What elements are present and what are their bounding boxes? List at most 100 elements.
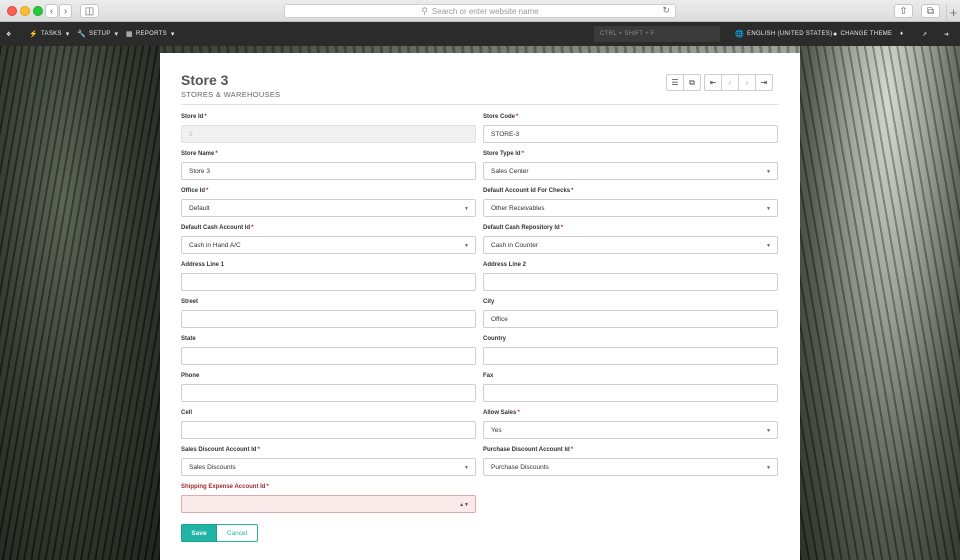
grid-icon: ▦ — [126, 31, 133, 38]
default-cash-account-value: Cash in Hand A/C — [189, 241, 241, 249]
default-cash-account-select[interactable]: Cash in Hand A/C ▼ — [181, 236, 476, 254]
sign-out-icon[interactable]: ➜ — [944, 22, 949, 46]
new-tab-icon[interactable]: + — [946, 4, 960, 22]
address-line-1-field: Address Line 1 — [181, 262, 476, 291]
cell-field: Cell — [181, 410, 476, 439]
store-type-label: Store Type Id — [483, 151, 521, 157]
required-marker: * — [206, 188, 209, 194]
street-label: Street — [181, 299, 199, 305]
phone-field: Phone — [181, 373, 476, 402]
city-field: City Office — [483, 299, 778, 328]
search-shortcut-box[interactable]: CTRL + SHIFT + F — [594, 26, 720, 42]
fax-field: Fax — [483, 373, 778, 402]
shipping-expense-account-field: Shipping Expense Account Id* ▲▼ — [181, 484, 476, 513]
state-field: State — [181, 336, 476, 365]
close-window-icon[interactable] — [7, 6, 17, 16]
page-title: Store 3 — [181, 72, 229, 88]
sort-arrows-icon: ▲▼ — [459, 502, 469, 508]
purchase-discount-account-select[interactable]: Purchase Discounts ▼ — [483, 458, 778, 476]
cancel-button[interactable]: Cancel — [217, 524, 258, 542]
nav-setup[interactable]: 🔧 SETUP ▾ — [77, 22, 118, 46]
chevron-down-icon: ▼ — [766, 243, 771, 249]
state-label: State — [181, 336, 196, 342]
allow-sales-field: Allow Sales* Yes ▼ — [483, 410, 778, 439]
caret-down-icon: ▾ — [170, 31, 175, 38]
sales-discount-account-value: Sales Discounts — [189, 463, 236, 471]
phone-label: Phone — [181, 373, 200, 379]
store-id-label: Store Id — [181, 114, 204, 120]
nav-reports[interactable]: ▦ REPORTS ▾ — [126, 22, 175, 46]
store-type-field: Store Type Id* Sales Center ▼ — [483, 151, 778, 180]
address-line-2-label: Address Line 2 — [483, 262, 527, 268]
back-icon[interactable]: ‹ — [45, 4, 58, 18]
store-code-input[interactable]: STORE-3 — [483, 125, 778, 143]
store-type-select[interactable]: Sales Center ▼ — [483, 162, 778, 180]
sidebar-icon[interactable]: ◫ — [80, 4, 99, 18]
store-name-value: Store 3 — [189, 167, 210, 175]
country-input[interactable] — [483, 347, 778, 365]
store-name-label: Store Name — [181, 151, 215, 157]
nav-tasks[interactable]: ⚡ TASKS ▾ — [29, 22, 70, 46]
address-line-2-input[interactable] — [483, 273, 778, 291]
language-label: ENGLISH (UNITED STATES) — [747, 31, 833, 37]
default-cash-repository-select[interactable]: Cash in Counter ▼ — [483, 236, 778, 254]
allow-sales-label: Allow Sales — [483, 410, 517, 416]
required-marker: * — [571, 188, 574, 194]
sales-discount-account-label: Sales Discount Account Id — [181, 447, 257, 453]
chevron-down-icon: ▼ — [766, 169, 771, 175]
cell-input[interactable] — [181, 421, 476, 439]
street-input[interactable] — [181, 310, 476, 328]
external-link-icon[interactable]: ↗ — [922, 22, 927, 46]
wrench-icon: 🔧 — [77, 31, 87, 38]
phone-input[interactable] — [181, 384, 476, 402]
shipping-expense-account-select[interactable]: ▲▼ — [181, 495, 476, 513]
fax-input[interactable] — [483, 384, 778, 402]
store-code-label: Store Code — [483, 114, 516, 120]
default-account-checks-select[interactable]: Other Receivables ▼ — [483, 199, 778, 217]
allow-sales-value: Yes — [491, 426, 502, 434]
language-selector[interactable]: 🌐 ENGLISH (UNITED STATES) — [735, 22, 832, 46]
list-view-icon[interactable]: ☰ — [666, 74, 684, 91]
reload-icon[interactable]: ↻ — [662, 5, 670, 16]
bell-icon[interactable]: ♦ — [900, 22, 903, 46]
store-id-value: 5 — [189, 130, 193, 138]
save-button[interactable]: Save — [181, 524, 217, 542]
sales-discount-account-select[interactable]: Sales Discounts ▼ — [181, 458, 476, 476]
office-id-select[interactable]: Default ▼ — [181, 199, 476, 217]
default-cash-account-field: Default Cash Account Id* Cash in Hand A/… — [181, 225, 476, 254]
globe-icon: 🌐 — [735, 31, 745, 38]
nav-reports-label: REPORTS — [135, 31, 167, 37]
last-record-icon[interactable]: ⇥ — [755, 74, 773, 91]
copy-icon[interactable]: ⧉ — [683, 74, 701, 91]
minimize-window-icon[interactable] — [20, 6, 30, 16]
maximize-window-icon[interactable] — [33, 6, 43, 16]
change-theme[interactable]: ● CHANGE THEME — [833, 22, 892, 46]
address-line-1-input[interactable] — [181, 273, 476, 291]
state-input[interactable] — [181, 347, 476, 365]
shipping-expense-account-label: Shipping Expense Account Id — [181, 484, 266, 490]
store-name-input[interactable]: Store 3 — [181, 162, 476, 180]
app-navbar: ❖ ⚡ TASKS ▾ 🔧 SETUP ▾ ▦ REPORTS ▾ CTRL +… — [0, 22, 960, 46]
city-input[interactable]: Office — [483, 310, 778, 328]
forward-icon[interactable]: › — [59, 4, 72, 18]
default-cash-repository-label: Default Cash Repository Id — [483, 225, 560, 231]
next-record-icon[interactable]: › — [738, 74, 756, 91]
allow-sales-select[interactable]: Yes ▼ — [483, 421, 778, 439]
store-code-value: STORE-3 — [491, 130, 520, 138]
title-divider — [181, 104, 779, 105]
url-bar[interactable]: ⚲ Search or enter website name ↻ — [284, 4, 676, 18]
pin-icon[interactable]: ❖ — [6, 22, 12, 46]
caret-down-icon: ▾ — [65, 31, 70, 38]
tabs-icon[interactable]: ⧉ — [921, 4, 940, 18]
first-record-icon[interactable]: ⇤ — [704, 74, 722, 91]
page-subtitle: STORES & WAREHOUSES — [181, 90, 281, 99]
address-line-1-label: Address Line 1 — [181, 262, 225, 268]
share-icon[interactable]: ⇧ — [894, 4, 913, 18]
caret-down-icon: ▾ — [114, 31, 119, 38]
required-marker: * — [257, 447, 260, 453]
chevron-down-icon: ▼ — [766, 465, 771, 471]
store-id-input: 5 — [181, 125, 476, 143]
background-left — [0, 46, 160, 560]
previous-record-icon[interactable]: ‹ — [721, 74, 739, 91]
country-field: Country — [483, 336, 778, 365]
